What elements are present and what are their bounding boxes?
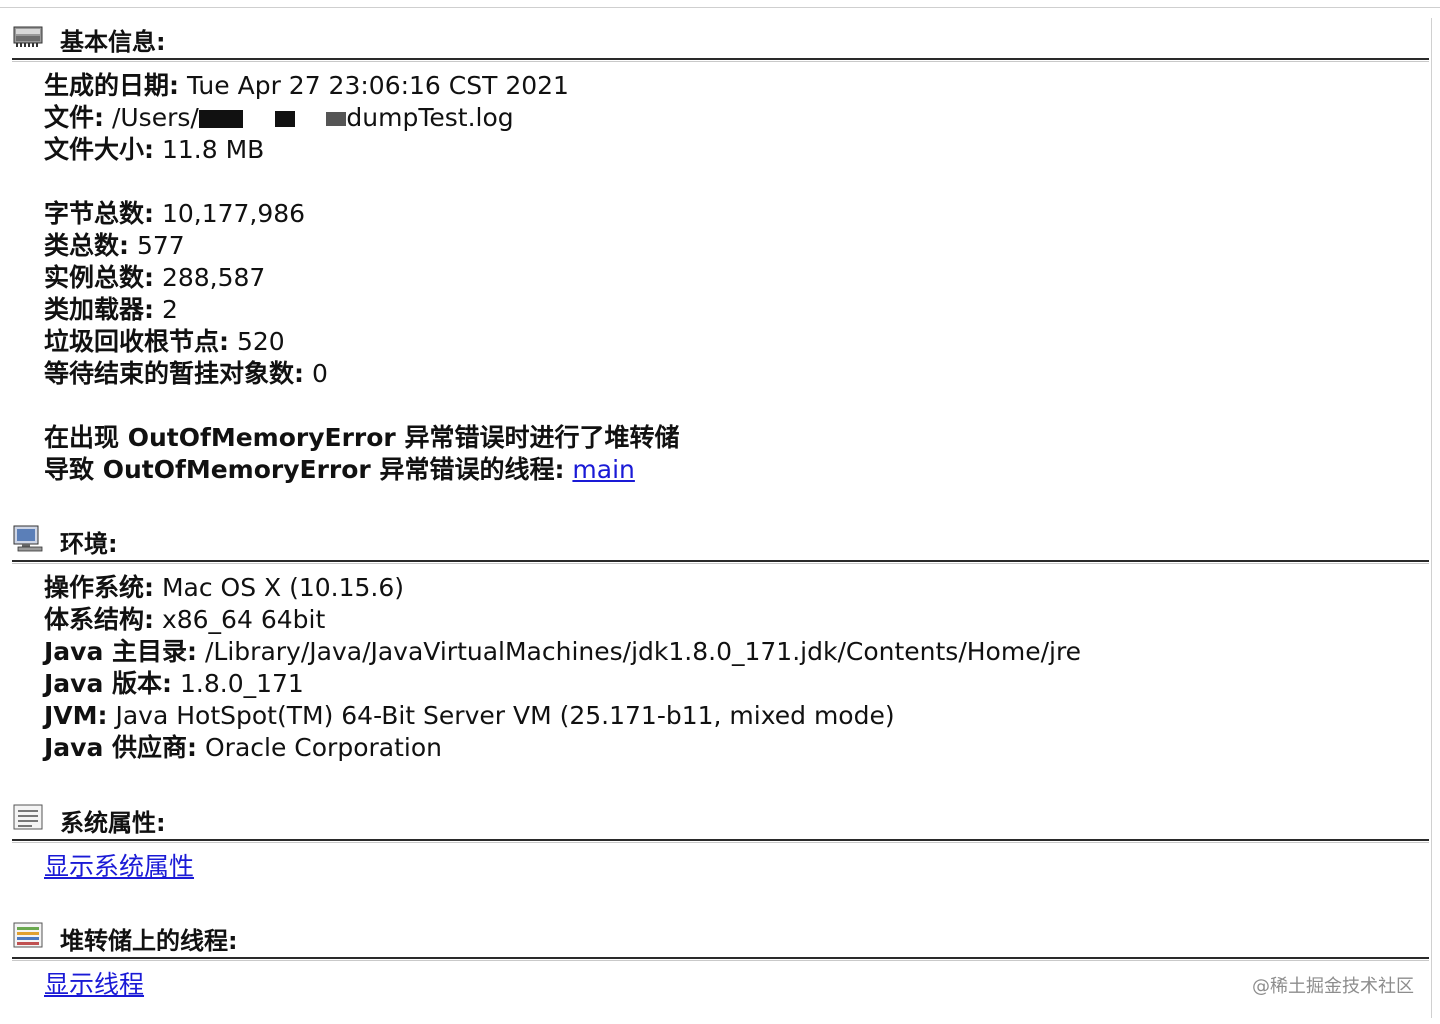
top-border [0, 0, 1440, 8]
field-value: 11.8 MB [161, 135, 265, 164]
oom-notice-text: 在出现 OutOfMemoryError 异常错误时进行了堆转储 [44, 423, 680, 452]
section-header: 系统属性: [12, 799, 1429, 837]
field-label: 类加载器: [44, 295, 154, 324]
info-row-file: 文件: /Users/ dumpTest.log [44, 102, 1429, 134]
env-row-vendor: Java 供应商: Oracle Corporation [44, 732, 1429, 764]
oom-thread-link[interactable]: main [572, 455, 634, 484]
section-title: 系统属性: [60, 809, 166, 837]
field-value: 0 [311, 359, 328, 388]
info-row-size: 文件大小: 11.8 MB [44, 134, 1429, 166]
section-title: 环境: [60, 530, 118, 558]
field-label: 文件: [44, 103, 104, 132]
properties-list-icon [13, 804, 43, 830]
section-environment: 环境: 操作系统: Mac OS X (10.15.6) 体系结构: x86_6… [12, 520, 1429, 764]
field-value: Tue Apr 27 23:06:16 CST 2021 [186, 71, 569, 100]
field-label: 导致 OutOfMemoryError 异常错误的线程: [44, 455, 565, 484]
section-basic-info: 基本信息: 生成的日期: Tue Apr 27 23:06:16 CST 202… [12, 18, 1429, 486]
field-value: /Users/ [111, 103, 199, 132]
field-value: 1.8.0_171 [180, 669, 304, 698]
field-value: 10,177,986 [161, 199, 306, 228]
info-row-gcroots: 垃圾回收根节点: 520 [44, 326, 1429, 358]
field-label: 操作系统: [44, 573, 154, 602]
field-value: 288,587 [161, 263, 266, 292]
field-value: Mac OS X (10.15.6) [161, 573, 405, 602]
threads-list-icon [13, 922, 43, 948]
info-row-bytes: 字节总数: 10,177,986 [44, 198, 1429, 230]
section-threads: 堆转储上的线程: 显示线程 [12, 917, 1429, 1001]
field-label: Java 主目录: [44, 637, 198, 666]
oom-notice: 在出现 OutOfMemoryError 异常错误时进行了堆转储 [44, 422, 1429, 454]
env-row-arch: 体系结构: x86_64 64bit [44, 604, 1429, 636]
field-label: 生成的日期: [44, 71, 179, 100]
section-title: 堆转储上的线程: [60, 927, 238, 955]
watermark: @稀土掘金技术社区 [1252, 976, 1414, 997]
section-title: 基本信息: [60, 28, 166, 56]
field-label: 文件大小: [44, 135, 154, 164]
section-header: 环境: [12, 520, 1429, 558]
right-border [1431, 18, 1432, 1018]
field-label: Java 供应商: [44, 733, 198, 762]
field-label: 体系结构: [44, 605, 154, 634]
field-label: 类总数: [44, 231, 129, 260]
env-row-jvm: JVM: Java HotSpot(TM) 64-Bit Server VM (… [44, 700, 1429, 732]
info-row-date: 生成的日期: Tue Apr 27 23:06:16 CST 2021 [44, 70, 1429, 102]
show-system-properties-link[interactable]: 显示系统属性 [44, 852, 194, 881]
field-label: 实例总数: [44, 263, 154, 292]
field-value: x86_64 64bit [161, 605, 326, 634]
show-threads-link[interactable]: 显示线程 [44, 970, 144, 999]
memory-chip-icon [13, 26, 43, 47]
section-header: 基本信息: [12, 18, 1429, 56]
info-row-classloaders: 类加载器: 2 [44, 294, 1429, 326]
sysprops-row: 显示系统属性 [44, 851, 1429, 883]
field-label: 垃圾回收根节点: [44, 327, 229, 356]
threads-row: 显示线程 [44, 969, 1429, 1001]
info-row-finalize: 等待结束的暂挂对象数: 0 [44, 358, 1429, 390]
section-system-properties: 系统属性: 显示系统属性 [12, 799, 1429, 883]
redacted-path [198, 103, 347, 132]
field-value: Java HotSpot(TM) 64-Bit Server VM (25.17… [115, 701, 895, 730]
field-value: 520 [236, 327, 285, 356]
computer-monitor-icon [13, 525, 43, 552]
field-label: 等待结束的暂挂对象数: [44, 359, 304, 388]
field-value: Oracle Corporation [205, 733, 442, 762]
info-row-classes: 类总数: 577 [44, 230, 1429, 262]
field-value: /Library/Java/JavaVirtualMachines/jdk1.8… [205, 637, 1082, 666]
env-row-os: 操作系统: Mac OS X (10.15.6) [44, 572, 1429, 604]
info-row-instances: 实例总数: 288,587 [44, 262, 1429, 294]
field-label: JVM: [44, 701, 108, 730]
field-value: 2 [161, 295, 178, 324]
field-label: Java 版本: [44, 669, 173, 698]
field-value-suffix: dumpTest.log [346, 103, 514, 132]
section-header: 堆转储上的线程: [12, 917, 1429, 955]
env-row-java-home: Java 主目录: /Library/Java/JavaVirtualMachi… [44, 636, 1429, 668]
field-value: 577 [136, 231, 185, 260]
env-row-java-version: Java 版本: 1.8.0_171 [44, 668, 1429, 700]
field-label: 字节总数: [44, 199, 154, 228]
oom-thread-row: 导致 OutOfMemoryError 异常错误的线程: main [44, 454, 1429, 486]
